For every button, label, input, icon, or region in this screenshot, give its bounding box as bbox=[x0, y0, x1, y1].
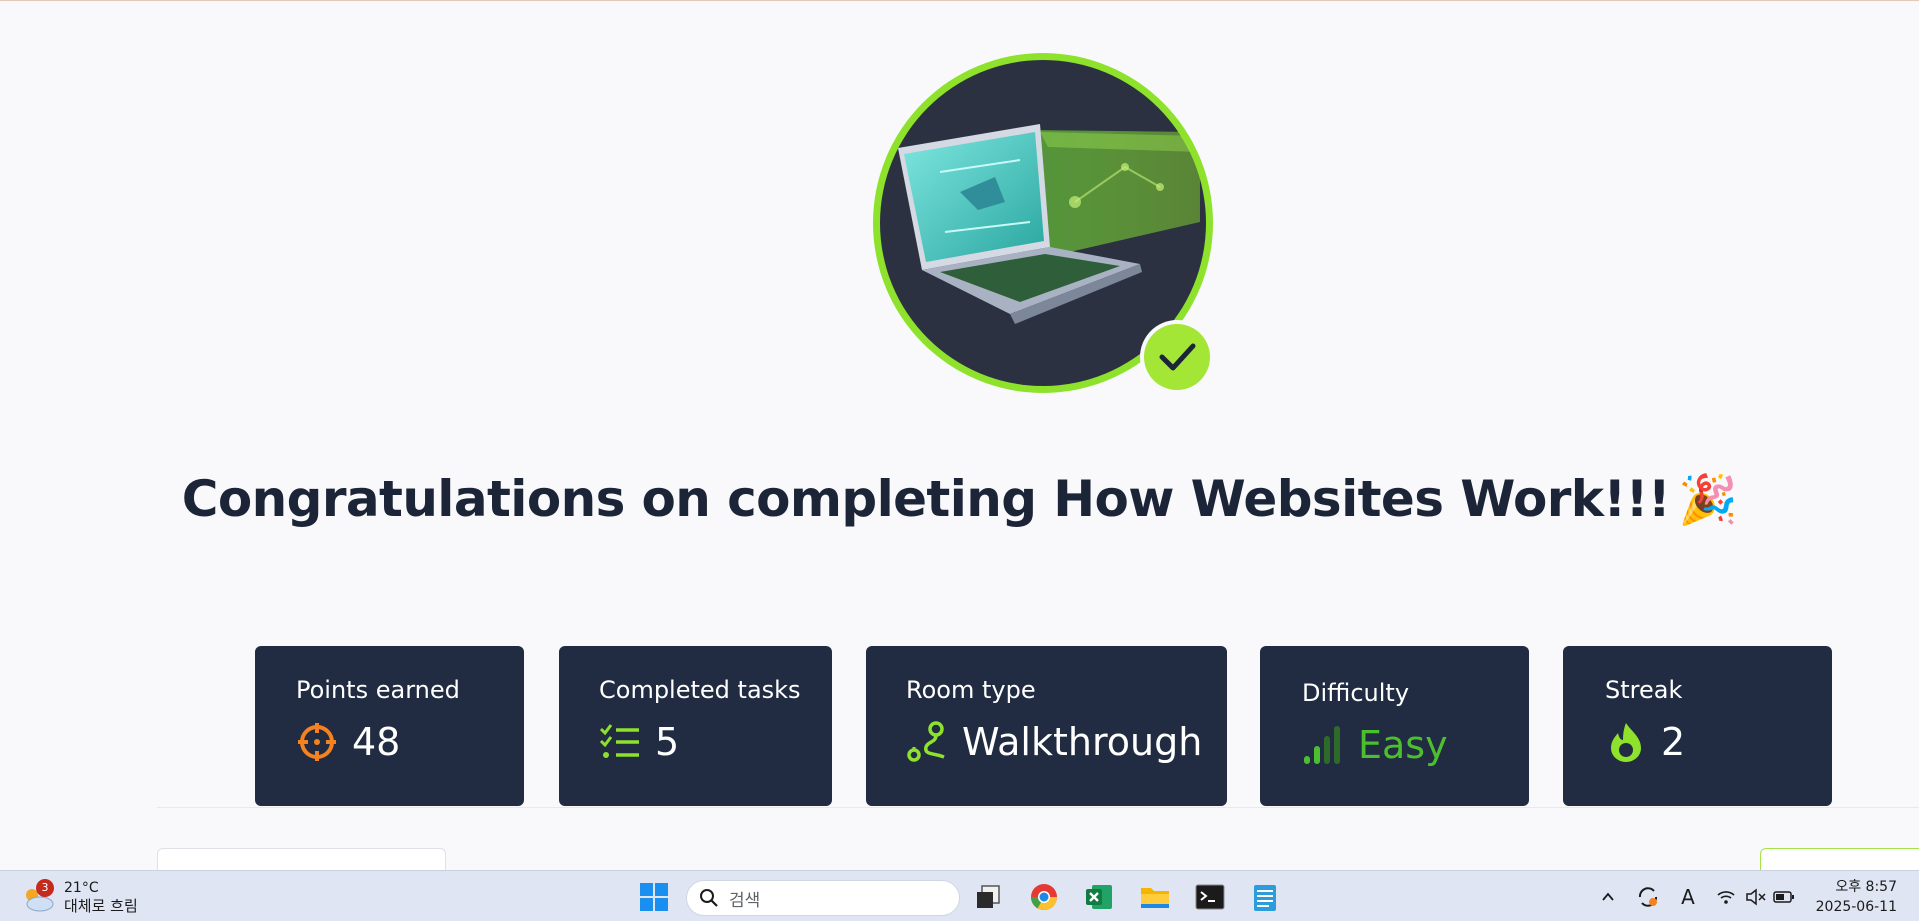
chrome-icon[interactable] bbox=[1026, 879, 1062, 915]
clock-date: 2025-06-11 bbox=[1815, 899, 1897, 915]
checklist-icon bbox=[599, 721, 641, 763]
stat-value: 2 bbox=[1661, 720, 1686, 764]
weather-widget[interactable]: 3 21°C 대체로 흐림 bbox=[22, 879, 138, 915]
notepad-icon[interactable] bbox=[1247, 879, 1283, 915]
stat-completed-tasks: Completed tasks 5 bbox=[559, 646, 832, 806]
search-placeholder: 검색 bbox=[729, 890, 761, 911]
terminal-icon[interactable] bbox=[1192, 879, 1228, 915]
top-border bbox=[0, 0, 1919, 1]
clock-time: 오후 8:57 bbox=[1835, 879, 1897, 895]
weather-cloud-icon: 3 bbox=[22, 879, 56, 914]
check-icon bbox=[1140, 320, 1214, 394]
system-clock[interactable]: 오후 8:57 2025-06-11 bbox=[1816, 877, 1897, 917]
stat-difficulty: Difficulty Easy bbox=[1260, 646, 1529, 806]
windows-taskbar: 3 21°C 대체로 흐림 검색 A 오후 8:57 2025-06-11 bbox=[0, 870, 1919, 921]
speaker-muted-icon[interactable] bbox=[1742, 879, 1770, 915]
ime-icon[interactable]: A bbox=[1674, 879, 1702, 915]
task-view-icon[interactable] bbox=[970, 879, 1006, 915]
target-icon bbox=[296, 721, 338, 763]
party-popper-icon: 🎉 bbox=[1678, 472, 1738, 528]
chevron-up-icon[interactable] bbox=[1594, 879, 1622, 915]
taskbar-search[interactable]: 검색 bbox=[686, 880, 960, 916]
completion-headline: Congratulations on completing How Websit… bbox=[0, 470, 1919, 528]
stat-label: Completed tasks bbox=[599, 676, 801, 704]
section-divider bbox=[157, 807, 1919, 808]
headline-text: Congratulations on completing How Websit… bbox=[181, 470, 1671, 528]
file-explorer-icon[interactable] bbox=[1137, 879, 1173, 915]
stat-value: Easy bbox=[1358, 723, 1448, 767]
route-icon bbox=[906, 721, 948, 763]
signal-bars-icon bbox=[1302, 724, 1344, 766]
stat-streak: Streak 2 bbox=[1563, 646, 1832, 806]
notification-badge: 3 bbox=[36, 879, 54, 897]
stat-points-earned: Points earned 48 bbox=[255, 646, 524, 806]
stat-label: Points earned bbox=[296, 676, 460, 704]
stat-value: 48 bbox=[352, 720, 401, 764]
weather-temp: 21°C bbox=[64, 880, 99, 896]
stat-value: 5 bbox=[655, 720, 680, 764]
stat-room-type: Room type Walkthrough bbox=[866, 646, 1227, 806]
weather-condition: 대체로 흐림 bbox=[64, 897, 138, 915]
room-badge bbox=[870, 52, 1216, 398]
search-icon bbox=[700, 889, 718, 907]
battery-icon[interactable] bbox=[1770, 879, 1798, 915]
flame-icon bbox=[1605, 721, 1647, 763]
stat-label: Room type bbox=[906, 676, 1036, 704]
windows-start-icon[interactable] bbox=[636, 879, 672, 915]
sync-icon[interactable] bbox=[1634, 879, 1662, 915]
wifi-icon[interactable] bbox=[1712, 879, 1740, 915]
stat-label: Difficulty bbox=[1302, 679, 1410, 707]
stat-value: Walkthrough bbox=[962, 720, 1203, 764]
stat-label: Streak bbox=[1605, 676, 1683, 704]
excel-icon[interactable] bbox=[1081, 879, 1117, 915]
